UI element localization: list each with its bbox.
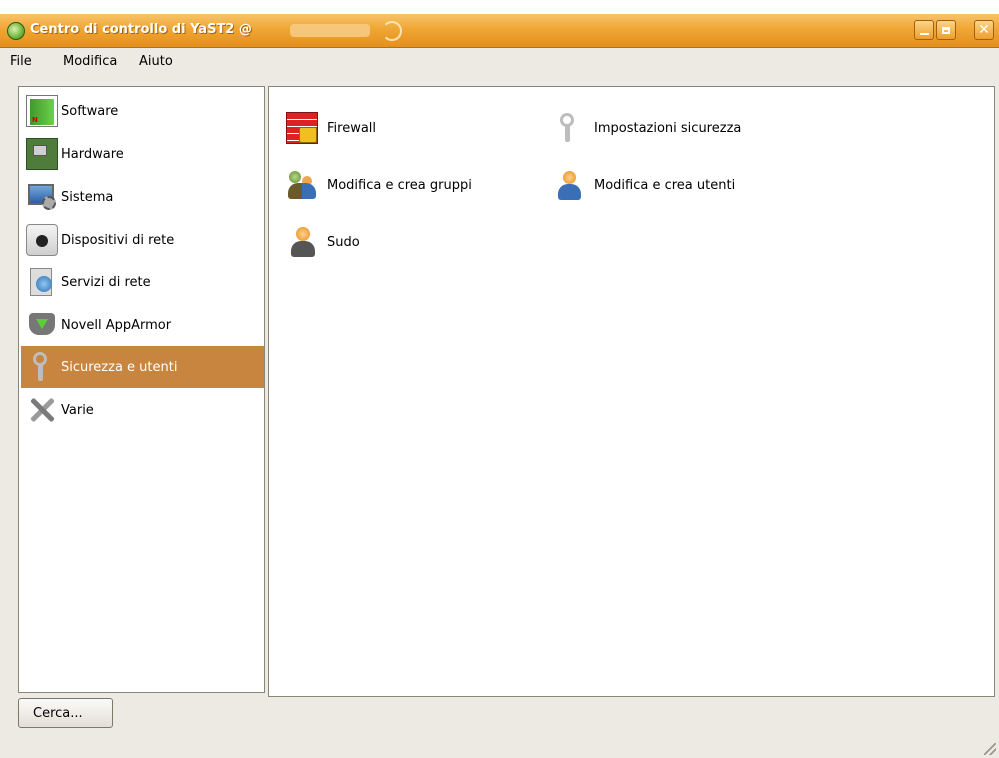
- yast-control-center-window: Centro di controllo di YaST2 @ ✕ File Mo…: [0, 0, 999, 758]
- menu-modifica[interactable]: Modifica: [63, 54, 117, 69]
- sidebar-item-dispositivi-di-rete[interactable]: Dispositivi di rete: [21, 219, 264, 261]
- menu-file[interactable]: File: [10, 54, 32, 69]
- sidebar-item-sicurezza-e-utenti[interactable]: Sicurezza e utenti: [21, 346, 264, 388]
- maximize-icon: [942, 26, 950, 34]
- network-devices-icon: [26, 224, 58, 256]
- module-area: Firewall Impostazioni sicurezza Modifica…: [268, 86, 995, 697]
- swirl-icon: [382, 21, 402, 41]
- module-sudo[interactable]: Sudo: [286, 225, 360, 259]
- title-bar[interactable]: Centro di controllo di YaST2 @ ✕: [0, 14, 999, 48]
- close-button[interactable]: ✕: [974, 20, 994, 40]
- hardware-icon: [26, 138, 58, 170]
- module-modifica-crea-gruppi[interactable]: Modifica e crea gruppi: [286, 168, 472, 202]
- search-button[interactable]: Cerca...: [18, 698, 113, 728]
- keys-icon: [26, 351, 58, 383]
- apparmor-icon: [26, 309, 58, 341]
- menu-bar: File Modifica Aiuto: [0, 48, 999, 78]
- module-label: Impostazioni sicurezza: [594, 120, 742, 136]
- keys-icon: [553, 112, 585, 144]
- module-label: Firewall: [327, 120, 377, 136]
- resize-grip-icon[interactable]: [984, 743, 996, 755]
- sidebar-item-label: Sistema: [61, 189, 114, 205]
- sidebar-item-label: Servizi di rete: [61, 274, 151, 290]
- top-strip: [0, 0, 999, 14]
- sidebar-item-label: Sicurezza e utenti: [61, 359, 178, 375]
- sidebar-item-label: Varie: [61, 402, 94, 418]
- blurred-hostname: [290, 24, 370, 37]
- sudo-icon: [286, 226, 318, 258]
- sidebar-item-label: Software: [61, 103, 119, 119]
- sidebar-item-sistema[interactable]: Sistema: [21, 176, 264, 218]
- opensuse-app-icon: [7, 22, 25, 40]
- software-icon: [26, 95, 58, 127]
- category-list: Software Hardware Sistema Dispositivi di…: [18, 86, 265, 693]
- module-firewall[interactable]: Firewall: [286, 111, 376, 145]
- sidebar-item-varie[interactable]: Varie: [21, 389, 264, 431]
- window-title: Centro di controllo di YaST2 @: [30, 22, 252, 37]
- firewall-icon: [286, 112, 318, 144]
- groups-icon: [286, 169, 318, 201]
- sidebar-item-label: Dispositivi di rete: [61, 232, 175, 248]
- user-icon: [553, 169, 585, 201]
- sidebar-item-label: Hardware: [61, 146, 124, 162]
- network-services-icon: [26, 266, 58, 298]
- menu-aiuto[interactable]: Aiuto: [139, 54, 173, 69]
- sidebar-item-label: Novell AppArmor: [61, 317, 172, 333]
- close-icon: ✕: [978, 22, 990, 38]
- module-label: Modifica e crea utenti: [594, 177, 736, 193]
- module-modifica-crea-utenti[interactable]: Modifica e crea utenti: [553, 168, 735, 202]
- module-label: Sudo: [327, 234, 360, 250]
- minimize-button[interactable]: [914, 20, 934, 40]
- sidebar-item-servizi-di-rete[interactable]: Servizi di rete: [21, 261, 264, 303]
- system-icon: [26, 181, 58, 213]
- maximize-button[interactable]: [936, 20, 956, 40]
- sidebar-item-software[interactable]: Software: [21, 90, 264, 132]
- tools-icon: [26, 394, 58, 426]
- sidebar-item-hardware[interactable]: Hardware: [21, 133, 264, 175]
- module-label: Modifica e crea gruppi: [327, 177, 472, 193]
- module-impostazioni-sicurezza[interactable]: Impostazioni sicurezza: [553, 111, 741, 145]
- sidebar-item-novell-apparmor[interactable]: Novell AppArmor: [21, 304, 264, 346]
- minimize-icon: [919, 33, 929, 35]
